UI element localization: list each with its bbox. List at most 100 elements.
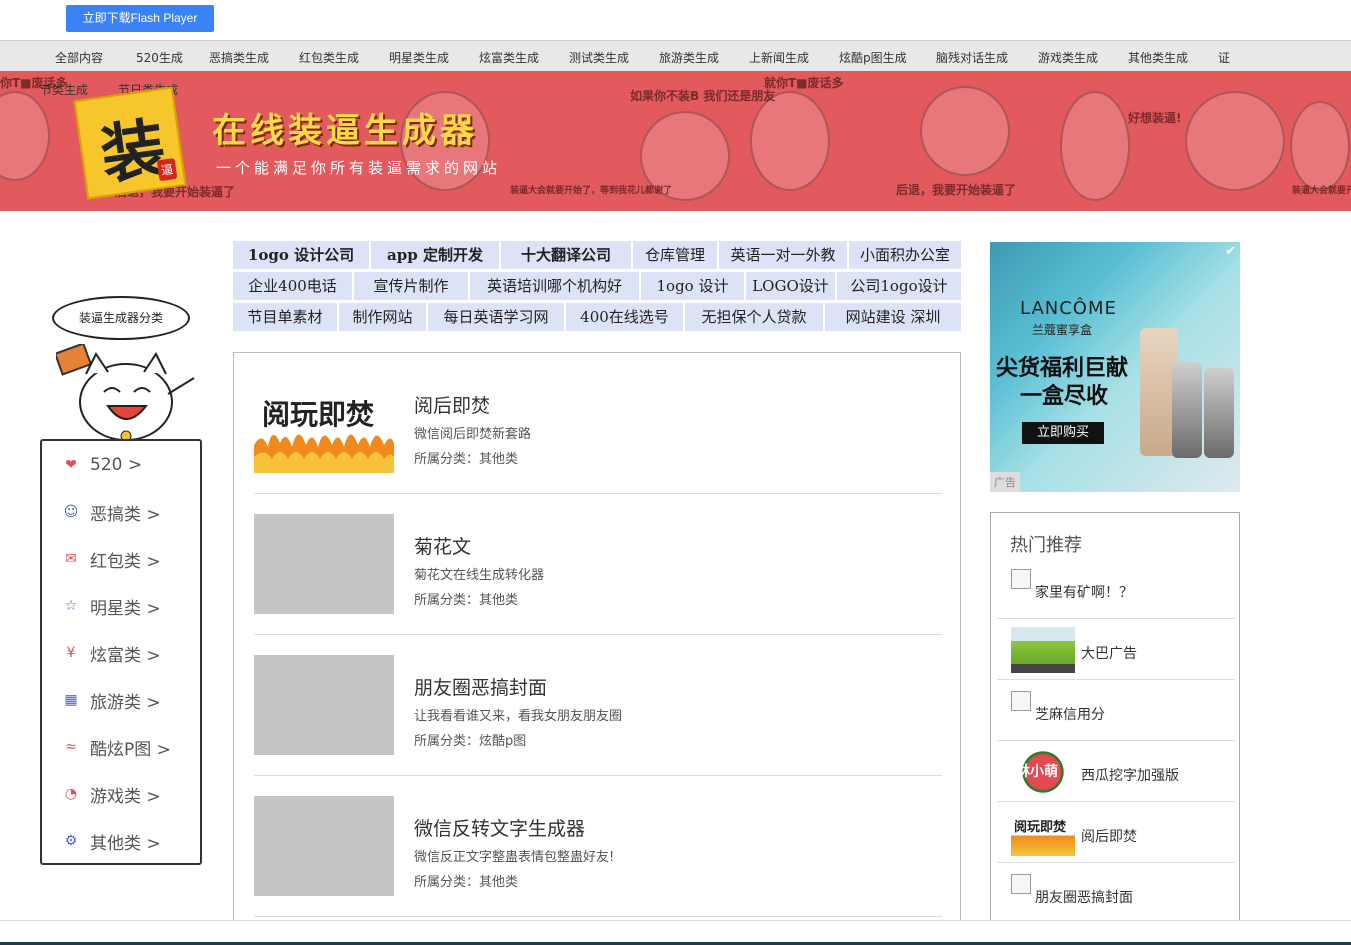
nav-item-travel[interactable]: 旅游类生成 — [659, 49, 719, 66]
chat-icon: ◔ — [64, 786, 78, 802]
hot-item-label[interactable]: 朋友圈恶搞封面 — [1035, 887, 1133, 907]
category-item-travel[interactable]: ▦ 旅游类 > — [62, 688, 160, 713]
ad-link[interactable]: 网站建设 深圳 — [825, 303, 961, 331]
item-category: 所属分类：其他类 — [414, 593, 519, 608]
category-item-rich[interactable]: ¥ 炫富类 > — [62, 641, 161, 666]
thumbnail[interactable]: 阅玩即焚 — [254, 373, 394, 473]
ad-link[interactable]: 每日英语学习网 — [428, 303, 564, 331]
ad-buy-button[interactable]: 立即购买 — [1022, 422, 1104, 444]
hot-item[interactable]: 大巴广告 — [997, 619, 1235, 680]
hot-item[interactable]: 家里有矿啊！？ — [997, 558, 1235, 619]
ad-link[interactable]: 英语培训哪个机构好 — [470, 272, 639, 300]
thumbnail[interactable] — [254, 655, 394, 755]
download-flash-button[interactable]: 立即下载Flash Player — [66, 5, 214, 32]
category-list: ❤ 520 > ☺ 恶搞类 > ✉ 红包类 > ☆ 明星类 > ¥ 炫富类 > … — [40, 439, 202, 865]
ad-link[interactable]: 十大翻译公司 — [501, 241, 631, 269]
hot-item-label[interactable]: 大巴广告 — [1081, 643, 1137, 663]
nav-item-cool-p[interactable]: 炫酷p图生成 — [839, 49, 907, 66]
category-label: 明星类 > — [90, 598, 161, 619]
list-item[interactable]: 阅玩即焚 阅后即焚 微信阅后即焚新套路 所属分类：其他类 — [254, 353, 942, 494]
nav-item-star[interactable]: 明星类生成 — [389, 49, 449, 66]
ad-link[interactable]: 无担保个人贷款 — [685, 303, 823, 331]
meme-caption: 装逼大会就要开 — [1292, 186, 1351, 196]
hot-item[interactable]: 芝麻信用分 — [997, 680, 1235, 741]
site-logo[interactable]: 装 逼 — [73, 86, 187, 200]
item-desc: 微信阅后即焚新套路 — [414, 427, 532, 442]
watermelon-text: 林小萌 — [1016, 764, 1058, 780]
star-icon: ☆ — [64, 598, 78, 614]
category-item-game[interactable]: ◔ 游戏类 > — [62, 782, 161, 807]
hot-item[interactable]: 阅玩即焚 阅后即焚 — [997, 802, 1235, 863]
nav-item-520[interactable]: 520生成 — [136, 49, 183, 66]
category-label: 520 > — [90, 455, 143, 475]
nav-item-cert[interactable]: 证 — [1218, 49, 1230, 66]
list-item[interactable]: 菊花文 菊花文在线生成转化器 所属分类：其他类 — [254, 494, 942, 635]
list-item[interactable]: 微信反转文字生成器 微信反正文字整蛊表情包整蛊好友! 所属分类：其他类 — [254, 776, 942, 917]
hot-item-label[interactable]: 芝麻信用分 — [1035, 704, 1105, 724]
thumbnail[interactable] — [254, 796, 394, 896]
item-title[interactable]: 微信反转文字生成器 — [414, 814, 585, 841]
item-title[interactable]: 菊花文 — [414, 532, 471, 559]
category-item-redpacket[interactable]: ✉ 红包类 > — [62, 547, 161, 572]
nav-item-all[interactable]: 全部内容 — [55, 49, 103, 66]
category-item-star[interactable]: ☆ 明星类 > — [62, 594, 161, 619]
nav-item-dialog[interactable]: 脑残对话生成 — [936, 49, 1008, 66]
ad-link[interactable]: app 定制开发 — [371, 241, 499, 269]
site-banner: 节类生成 节日类生成 如果你不装B 我们还是朋友 就你T■废话多 好想装逼! 后… — [0, 71, 1351, 211]
hot-recommend: 热门推荐 家里有矿啊！？ 大巴广告 芝麻信用分 林小萌 西瓜挖字加强版 阅玩即焚… — [990, 512, 1240, 932]
ad-link[interactable]: 英语一对一外教 — [719, 241, 847, 269]
category-label: 红包类 > — [90, 551, 161, 572]
item-category: 所属分类：其他类 — [414, 875, 519, 890]
category-item-cool-p[interactable]: ≈ 酷炫P图 > — [62, 735, 171, 760]
category-item-520[interactable]: ❤ 520 > — [62, 453, 142, 477]
ad-link[interactable]: 400在线选号 — [566, 303, 683, 331]
ad-link[interactable]: 企业400电话 — [233, 272, 352, 300]
ad-link[interactable]: 1ogo 设计公司 — [233, 241, 369, 269]
ad-link[interactable]: LOGO设计 — [746, 272, 835, 300]
hot-item-label[interactable]: 家里有矿啊！？ — [1035, 582, 1133, 602]
logo-sub: 逼 — [156, 157, 178, 182]
meme-caption: 你T■废话多 — [0, 76, 68, 90]
ad-link[interactable]: 仓库管理 — [633, 241, 717, 269]
category-item-funny[interactable]: ☺ 恶搞类 > — [62, 500, 161, 525]
product-bottle-icon — [1204, 368, 1234, 458]
list-item[interactable]: 朋友圈恶搞封面 让我看看谁又来，看我女朋友朋友圈 所属分类：炫酷p图 — [254, 635, 942, 776]
ad-link[interactable]: 节目单素材 — [233, 303, 337, 331]
category-item-other[interactable]: ⚙ 其他类 > — [62, 829, 161, 854]
item-title[interactable]: 阅后即焚 — [414, 391, 490, 418]
bus-image — [1011, 627, 1075, 673]
thumbnail[interactable] — [254, 514, 394, 614]
hot-item-label[interactable]: 阅后即焚 — [1081, 826, 1137, 846]
ad-headline: 一盒尽收 — [1020, 384, 1109, 409]
money-icon: ¥ — [66, 645, 76, 661]
meme-face — [1185, 91, 1285, 191]
ad-close-icon[interactable]: ✔ — [1225, 244, 1236, 259]
item-title[interactable]: 朋友圈恶搞封面 — [414, 673, 547, 700]
heart-icon: ❤ — [65, 457, 77, 473]
nav-item-rich[interactable]: 炫富类生成 — [479, 49, 539, 66]
meme-caption: 如果你不装B 我们还是朋友 — [630, 89, 776, 103]
nav-item-game[interactable]: 游戏类生成 — [1038, 49, 1098, 66]
nav-item-funny[interactable]: 恶搞类生成 — [209, 49, 269, 66]
lancome-ad[interactable]: ✔ LANCÔME 兰蔻蜜享盒 尖货福利巨献 一盒尽收 立即购买 广告 — [990, 242, 1240, 492]
ad-link[interactable]: 制作网站 — [339, 303, 426, 331]
hot-title: 热门推荐 — [1010, 535, 1082, 556]
hot-item[interactable]: 林小萌 西瓜挖字加强版 — [997, 741, 1235, 802]
hot-item-label[interactable]: 西瓜挖字加强版 — [1081, 765, 1179, 785]
building-icon: ▦ — [64, 692, 78, 708]
ad-link[interactable]: 小面积办公室 — [849, 241, 961, 269]
broken-image-icon — [1011, 691, 1031, 711]
nav-item-news[interactable]: 上新闻生成 — [749, 49, 809, 66]
mascot-cat-icon — [56, 344, 195, 440]
ad-link[interactable]: 公司1ogo设计 — [837, 272, 961, 300]
nav-item-redpacket[interactable]: 红包类生成 — [299, 49, 359, 66]
gear-icon: ⚙ — [64, 833, 78, 849]
nav-item-other[interactable]: 其他类生成 — [1128, 49, 1188, 66]
generator-list: 阅玩即焚 阅后即焚 微信阅后即焚新套路 所属分类：其他类 菊花文 菊花文在线生成… — [233, 352, 961, 932]
ad-link[interactable]: 宣传片制作 — [354, 272, 468, 300]
nav-item-test[interactable]: 测试类生成 — [569, 49, 629, 66]
hot-item[interactable]: 朋友圈恶搞封面 — [997, 863, 1235, 924]
ad-link[interactable]: 1ogo 设计 — [641, 272, 744, 300]
meme-caption: 后退，我要开始装逼了 — [896, 183, 1017, 197]
ad-tag: 广告 — [990, 472, 1020, 492]
